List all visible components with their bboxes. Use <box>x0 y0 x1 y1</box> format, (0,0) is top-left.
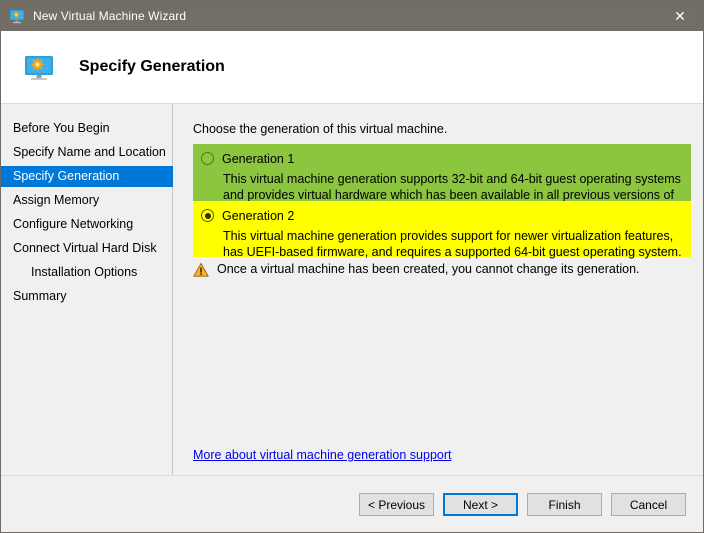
sidebar-item-connect-virtual-hard-disk[interactable]: Connect Virtual Hard Disk <box>1 238 172 259</box>
warning-text: Once a virtual machine has been created,… <box>217 262 640 276</box>
wizard-body: Before You Begin Specify Name and Locati… <box>1 104 703 476</box>
next-button[interactable]: Next > <box>443 493 518 516</box>
sidebar-item-installation-options[interactable]: Installation Options <box>1 262 172 283</box>
virtual-machine-monitor-icon <box>9 8 25 24</box>
sidebar-item-specify-name-and-location[interactable]: Specify Name and Location <box>1 142 172 163</box>
window-titlebar: New Virtual Machine Wizard ✕ <box>1 1 703 31</box>
page-header: Specify Generation <box>1 31 703 104</box>
close-icon[interactable]: ✕ <box>657 1 703 31</box>
page-title: Specify Generation <box>79 58 225 75</box>
sidebar-item-specify-generation[interactable]: Specify Generation <box>1 166 173 187</box>
generation-2-header[interactable]: Generation 2 <box>201 207 683 224</box>
generation-1-header[interactable]: Generation 1 <box>201 150 683 167</box>
new-virtual-machine-wizard-window: New Virtual Machine Wizard ✕ Specify Gen… <box>0 0 704 533</box>
intro-text: Choose the generation of this virtual ma… <box>193 122 448 136</box>
generation-2-radio[interactable] <box>201 209 214 222</box>
generation-2-label: Generation 2 <box>222 208 295 223</box>
virtual-machine-monitor-icon <box>23 51 55 83</box>
window-title: New Virtual Machine Wizard <box>33 9 187 23</box>
generation-1-label: Generation 1 <box>222 151 295 166</box>
wizard-footer: < Previous Next > Finish Cancel <box>1 477 703 532</box>
warning-triangle-icon <box>193 262 209 278</box>
generation-1-option[interactable]: Generation 1 This virtual machine genera… <box>193 144 691 218</box>
generation-1-radio[interactable] <box>201 152 214 165</box>
generation-warning: Once a virtual machine has been created,… <box>193 261 691 278</box>
more-about-generation-support-link[interactable]: More about virtual machine generation su… <box>193 448 451 462</box>
generation-2-option[interactable]: Generation 2 This virtual machine genera… <box>193 201 691 259</box>
sidebar-item-before-you-begin[interactable]: Before You Begin <box>1 118 172 139</box>
cancel-button[interactable]: Cancel <box>611 493 686 516</box>
wizard-main-pane: Choose the generation of this virtual ma… <box>174 104 703 475</box>
sidebar-item-summary[interactable]: Summary <box>1 286 172 307</box>
sidebar-item-assign-memory[interactable]: Assign Memory <box>1 190 172 211</box>
generation-2-description: This virtual machine generation provides… <box>223 229 682 259</box>
finish-button[interactable]: Finish <box>527 493 602 516</box>
sidebar-item-configure-networking[interactable]: Configure Networking <box>1 214 172 235</box>
wizard-step-sidebar: Before You Begin Specify Name and Locati… <box>1 104 173 475</box>
previous-button[interactable]: < Previous <box>359 493 434 516</box>
